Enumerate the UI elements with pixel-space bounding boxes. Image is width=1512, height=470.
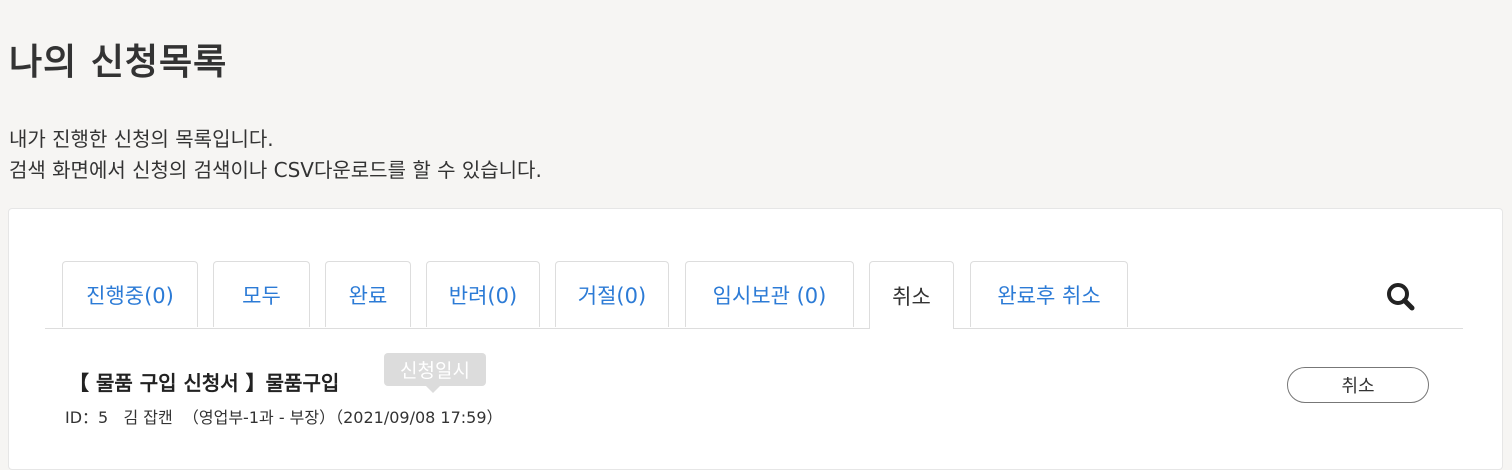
status-tabs: 진행중(0) 모두 완료 반려(0) 거절(0) 임시보관 (0) 취소 완료후… bbox=[45, 261, 1463, 329]
tab-in-progress[interactable]: 진행중(0) bbox=[62, 261, 198, 327]
request-list-panel: 진행중(0) 모두 완료 반려(0) 거절(0) 임시보관 (0) 취소 완료후… bbox=[8, 208, 1503, 470]
tab-returned[interactable]: 반려(0) bbox=[426, 261, 540, 327]
description-line: 내가 진행한 신청의 목록입니다. bbox=[9, 127, 274, 151]
tab-rejected[interactable]: 거절(0) bbox=[555, 261, 669, 327]
tab-draft[interactable]: 임시보관 (0) bbox=[685, 261, 854, 327]
tab-completed[interactable]: 완료 bbox=[325, 261, 411, 327]
page-title: 나의 신청목록 bbox=[9, 42, 228, 83]
submitted-at-tooltip: 신청일시 bbox=[384, 353, 486, 393]
request-title[interactable]: 【 물품 구입 신청서 】물품구입 bbox=[69, 367, 339, 396]
tab-canceled-after-completion[interactable]: 완료후 취소 bbox=[970, 261, 1128, 327]
search-button[interactable] bbox=[1383, 279, 1419, 315]
description-line: 검색 화면에서 신청의 검색이나 CSV다운로드를 할 수 있습니다. bbox=[9, 158, 542, 182]
search-icon bbox=[1387, 283, 1415, 311]
tab-canceled[interactable]: 취소 bbox=[869, 261, 954, 329]
cancel-button[interactable]: 취소 bbox=[1287, 367, 1429, 403]
tab-all[interactable]: 모두 bbox=[213, 261, 310, 327]
request-meta: ID：5 김 잡캔 （영업부-1과 - 부장）（2021/09/08 17:59… bbox=[65, 408, 503, 427]
page-description: 내가 진행한 신청의 목록입니다. 검색 화면에서 신청의 검색이나 CSV다운… bbox=[9, 124, 542, 186]
